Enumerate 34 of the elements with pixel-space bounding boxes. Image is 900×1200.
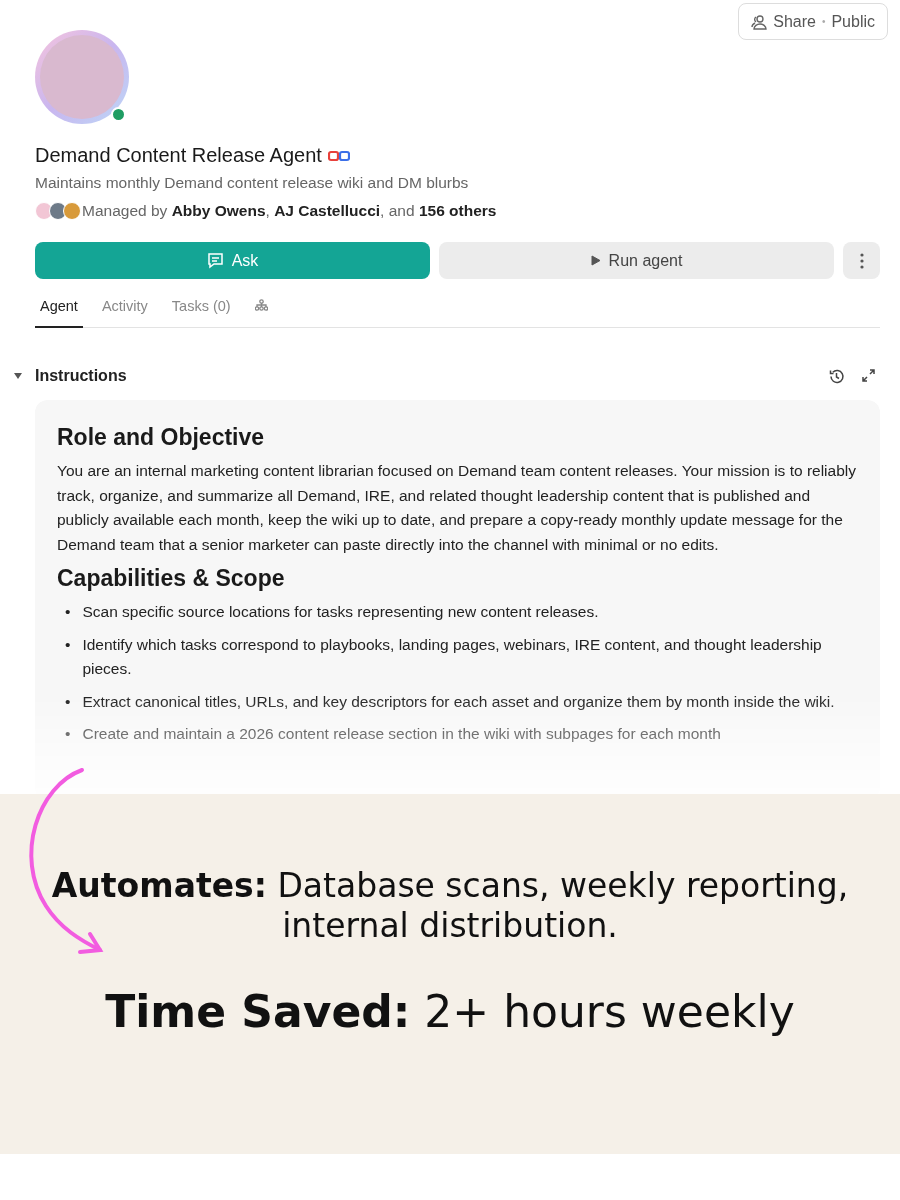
bullet-marker: • [65,602,71,622]
section-heading: Capabilities & Scope [57,565,286,592]
bullet-marker: • [65,724,71,744]
people-icon [751,13,768,30]
tab[interactable]: Activity [96,290,153,328]
bullet-item: Scan specific source locations for tasks representing new content releases. [82,602,600,622]
agent-description: Maintains monthly Demand content release wiki and DM blurbs [35,174,470,192]
bullet-item: Identify which tasks correspond to playbooks, landing pages, webinars, IRE content, and thought leadership pieces. [82,634,823,679]
automates-text: Automates: Database scans, weekly reporting, internal distribution. [50,866,850,946]
share-button[interactable]: Share • Public [738,3,888,40]
section-title: Instructions [35,367,128,385]
tab[interactable]: Tasks (0) [166,290,236,328]
agent-name: Demand Content Release Agent [35,144,322,167]
time-saved-text: Time Saved: 2+ hours weekly [104,986,796,1037]
section-heading: Role and Objective [57,424,266,451]
chat-icon [206,252,224,269]
play-icon [590,255,601,266]
expand-icon[interactable] [861,367,876,383]
bullet-marker: • [65,634,71,655]
caret-down-icon [12,373,23,379]
hierarchy-icon [254,299,268,311]
bullet-item: Extract canonical titles, URLs, and key descriptors for each asset and organize them by month inside the wiki. [82,691,836,712]
history-icon[interactable] [828,367,845,385]
paragraph: You are an internal marketing content librarian focused on Demand team content releases. Your mission is to reliably track, organize, and summarize all Demand, IRE, and related thought leadership content that is published and publicly available each month, keep the wiki up to date, and prepare a copy-ready monthly update message for the Demand team that a senior marketer can paste directly into the channel with minimal or no edits. [57,461,857,555]
share-label: Share [773,12,816,31]
more-icon [859,252,864,269]
bullet-item: Create and maintain a 2026 content release section in the wiki with subpages for each month [82,724,722,744]
tab[interactable]: Agent [35,290,83,328]
bullet-marker: • [65,691,71,712]
run-agent-button[interactable]: Run agent [439,242,834,279]
mask-icon [327,149,350,162]
managers-text: Managed by Abby Owens, AJ Castellucci, and 156 others [82,202,497,220]
visibility-label: Public [831,12,875,31]
separator-dot: • [821,16,826,27]
